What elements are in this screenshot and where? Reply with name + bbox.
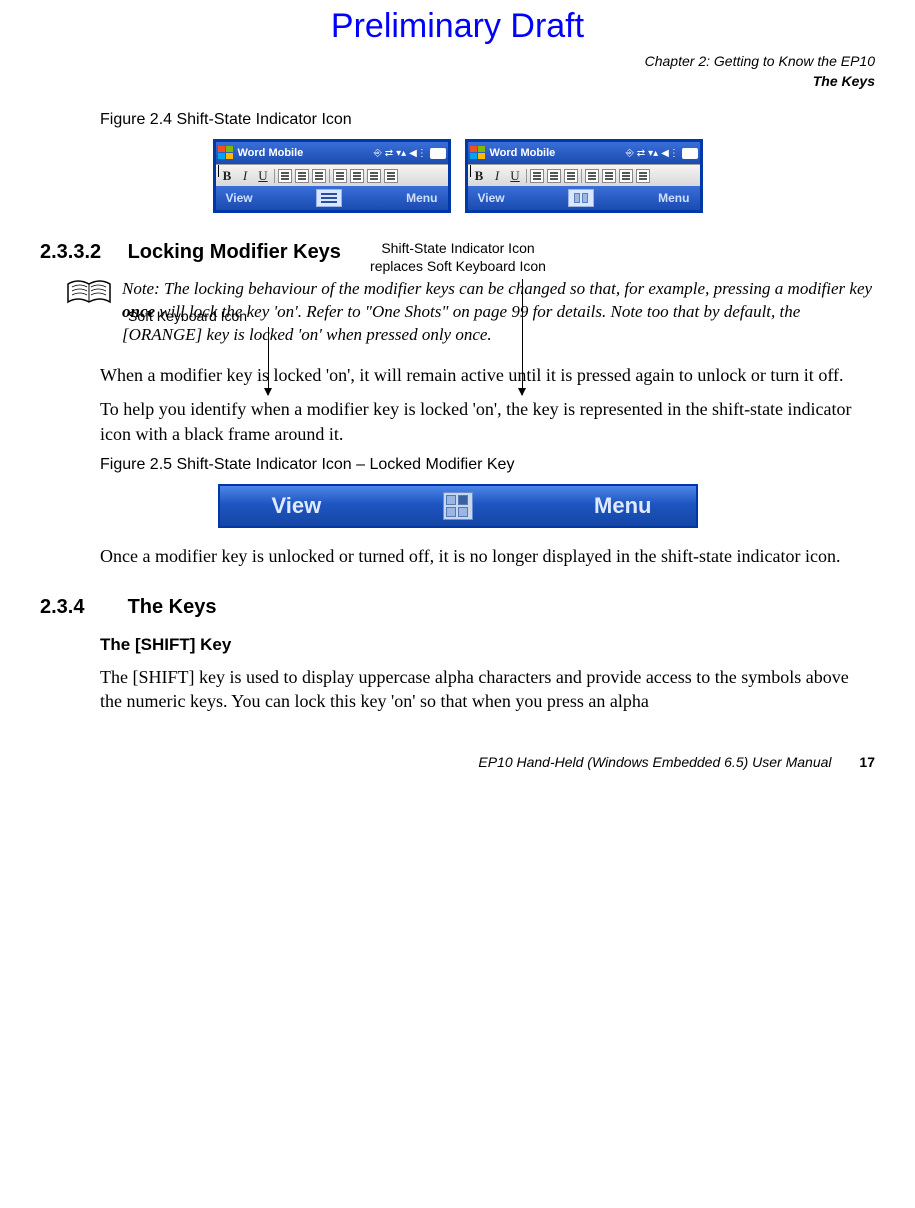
toolbar-separator: [274, 169, 275, 183]
footer-manual-title: EP10 Hand-Held (Windows Embedded 6.5) Us…: [478, 754, 831, 770]
section-2-3-4-heading: 2.3.4 The Keys: [40, 596, 875, 619]
view-menu[interactable]: View: [226, 191, 253, 205]
shift-state-locked-icon[interactable]: [443, 492, 473, 520]
outdent-icon[interactable]: [367, 169, 381, 183]
signal-icon: ▾▴: [396, 148, 406, 159]
figure-2-5-menubar: View Menu: [218, 484, 698, 528]
bottom-menubar: View Menu: [468, 186, 700, 210]
preliminary-draft-watermark: Preliminary Draft: [40, 7, 875, 46]
ok-button[interactable]: ok: [430, 148, 446, 159]
outdent-icon[interactable]: [619, 169, 633, 183]
shift-key-heading: The [SHIFT] Key: [100, 635, 875, 655]
numbering-icon[interactable]: [350, 169, 364, 183]
page-footer: EP10 Hand-Held (Windows Embedded 6.5) Us…: [40, 754, 875, 770]
volume-icon: ◀⋮: [409, 148, 427, 159]
system-tray: ⎆ ⇄ ▾▴ ◀⋮ ok: [626, 148, 698, 159]
app-title: Word Mobile: [490, 147, 622, 159]
bottom-menubar: View Menu: [216, 186, 448, 210]
menu-menu-large[interactable]: Menu: [594, 493, 651, 519]
formatting-toolbar: B I U: [216, 164, 448, 186]
bold-button[interactable]: B: [220, 168, 235, 184]
figure-2-5-caption: Figure 2.5 Shift-State Indicator Icon – …: [100, 456, 875, 474]
arrow-to-shift-state-icon: [522, 279, 523, 395]
soft-keyboard-icon[interactable]: [316, 189, 342, 207]
titlebar: Word Mobile ⎆ ⇄ ▾▴ ◀⋮ ok: [216, 142, 448, 164]
start-flag-icon: [470, 146, 486, 160]
arrow-to-soft-keyboard: [268, 327, 269, 395]
numbering-icon[interactable]: [602, 169, 616, 183]
toolbar-separator: [526, 169, 527, 183]
body-paragraph-2: To help you identify when a modifier key…: [100, 397, 875, 446]
section-number: 2.3.3.2: [40, 241, 122, 264]
shift-state-indicator-icon[interactable]: [568, 189, 594, 207]
device-screenshot-left: Word Mobile ⎆ ⇄ ▾▴ ◀⋮ ok B I U: [213, 139, 451, 213]
view-menu-large[interactable]: View: [272, 493, 322, 519]
align-left-icon[interactable]: [278, 169, 292, 183]
start-flag-icon: [218, 146, 234, 160]
device-screenshot-right: Word Mobile ⎆ ⇄ ▾▴ ◀⋮ ok B I U: [465, 139, 703, 213]
align-right-icon[interactable]: [564, 169, 578, 183]
underline-button[interactable]: U: [256, 168, 271, 184]
align-left-icon[interactable]: [530, 169, 544, 183]
body-paragraph-4: The [SHIFT] key is used to display upper…: [100, 665, 875, 714]
shift-state-replaces-label-l2: replaces Soft Keyboard Icon: [348, 257, 568, 275]
shift-state-replaces-label: Shift-State Indicator Icon replaces Soft…: [348, 239, 568, 275]
italic-button[interactable]: I: [490, 168, 505, 184]
connectivity-icon: ⇄: [637, 148, 645, 159]
figure-2-4-caption: Figure 2.4 Shift-State Indicator Icon: [100, 111, 875, 129]
formatting-toolbar: B I U: [468, 164, 700, 186]
shift-state-replaces-label-l1: Shift-State Indicator Icon: [348, 239, 568, 257]
bullets-icon[interactable]: [585, 169, 599, 183]
note-book-icon: [66, 278, 112, 308]
text-cursor: [218, 165, 219, 177]
italic-button[interactable]: I: [238, 168, 253, 184]
app-title: Word Mobile: [238, 147, 370, 159]
note-body-pre: The locking behaviour of the modifier ke…: [164, 279, 872, 298]
align-center-icon[interactable]: [547, 169, 561, 183]
indent-icon[interactable]: [636, 169, 650, 183]
section-number: 2.3.4: [40, 596, 122, 619]
signal-icon: ▾▴: [648, 148, 658, 159]
indent-icon[interactable]: [384, 169, 398, 183]
soft-keyboard-label: Soft Keyboard Icon: [128, 307, 247, 325]
titlebar: Word Mobile ⎆ ⇄ ▾▴ ◀⋮ ok: [468, 142, 700, 164]
toolbar-separator: [329, 169, 330, 183]
text-cursor: [470, 165, 471, 177]
note-label: Note:: [122, 279, 160, 298]
body-paragraph-1: When a modifier key is locked 'on', it w…: [100, 363, 875, 387]
menu-menu[interactable]: Menu: [658, 191, 689, 205]
bold-button[interactable]: B: [472, 168, 487, 184]
page-header: Chapter 2: Getting to Know the EP10 The …: [40, 52, 875, 91]
volume-icon: ◀⋮: [661, 148, 679, 159]
tray-icon: ⎆: [626, 148, 634, 159]
align-right-icon[interactable]: [312, 169, 326, 183]
underline-button[interactable]: U: [508, 168, 523, 184]
connectivity-icon: ⇄: [385, 148, 393, 159]
view-menu[interactable]: View: [478, 191, 505, 205]
footer-page-number: 17: [859, 754, 875, 770]
section-title: Locking Modifier Keys: [128, 241, 341, 263]
ok-button[interactable]: ok: [682, 148, 698, 159]
header-chapter: Chapter 2: Getting to Know the EP10: [40, 52, 875, 72]
bullets-icon[interactable]: [333, 169, 347, 183]
header-section: The Keys: [40, 72, 875, 92]
section-title: The Keys: [128, 596, 217, 618]
toolbar-separator: [581, 169, 582, 183]
body-paragraph-3: Once a modifier key is unlocked or turne…: [100, 544, 875, 568]
figure-2-4-screenshots: Soft Keyboard Icon Shift-State Indicator…: [40, 139, 875, 213]
tray-icon: ⎆: [374, 148, 382, 159]
menu-menu[interactable]: Menu: [406, 191, 437, 205]
align-center-icon[interactable]: [295, 169, 309, 183]
system-tray: ⎆ ⇄ ▾▴ ◀⋮ ok: [374, 148, 446, 159]
